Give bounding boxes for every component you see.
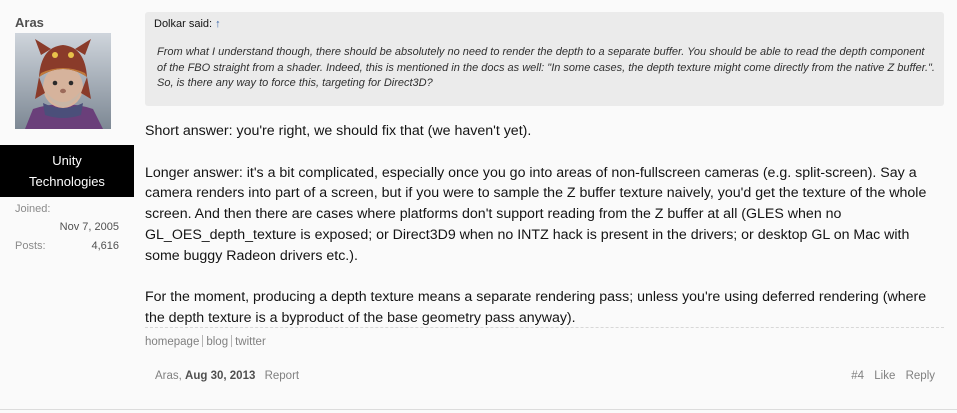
- user-title-banner: Unity Technologies: [0, 145, 134, 197]
- signature: homepage blog twitter: [145, 335, 266, 348]
- separator: [231, 335, 233, 347]
- signature-divider: [145, 327, 944, 328]
- avatar-image: [15, 33, 111, 129]
- separator: [202, 335, 204, 347]
- username[interactable]: Aras: [15, 15, 44, 30]
- posts-label: Posts:: [15, 240, 46, 252]
- blog-link[interactable]: blog: [206, 336, 228, 348]
- arrow-up-icon[interactable]: ↑: [215, 18, 221, 30]
- joined-value: Nov 7, 2005: [59, 221, 119, 233]
- post-date[interactable]: Aug 30, 2013: [185, 370, 255, 382]
- user-title-line1: Unity: [52, 153, 82, 168]
- post-footer-right: #4 Like Reply: [844, 370, 935, 382]
- joined-label: Joined:: [15, 203, 51, 215]
- quote-text: From what I understand though, there sho…: [157, 46, 935, 89]
- user-title-line2: Technologies: [29, 174, 105, 189]
- twitter-link[interactable]: twitter: [235, 336, 266, 348]
- quote-block: Dolkar said: ↑ From what I understand th…: [145, 12, 944, 106]
- avatar[interactable]: [15, 33, 111, 129]
- message-paragraph: For the moment, producing a depth textur…: [145, 289, 927, 327]
- quote-author[interactable]: Dolkar said:: [154, 18, 212, 30]
- forum-post: Aras Unity Technologies Joined: Nov 7, 2…: [0, 0, 957, 413]
- user-sidebar: Aras Unity Technologies Joined: Nov 7, 2…: [0, 0, 134, 413]
- homepage-link[interactable]: homepage: [145, 336, 199, 348]
- post-number-link[interactable]: #4: [851, 370, 864, 382]
- post-footer-left: Aras, Aug 30, 2013 Report: [155, 370, 299, 382]
- post-main: Dolkar said: ↑ From what I understand th…: [134, 0, 957, 413]
- reply-button[interactable]: Reply: [906, 370, 935, 382]
- like-button[interactable]: Like: [874, 370, 895, 382]
- message-paragraph: Short answer: you're right, we should fi…: [145, 123, 532, 139]
- message-body: Short answer: you're right, we should fi…: [145, 121, 945, 350]
- quote-header: Dolkar said: ↑: [154, 18, 221, 30]
- posts-value[interactable]: 4,616: [91, 240, 119, 252]
- report-button[interactable]: Report: [265, 370, 300, 382]
- post-bottom-divider: [0, 409, 957, 410]
- post-author[interactable]: Aras,: [155, 370, 182, 382]
- message-paragraph: Longer answer: it's a bit complicated, e…: [145, 164, 927, 264]
